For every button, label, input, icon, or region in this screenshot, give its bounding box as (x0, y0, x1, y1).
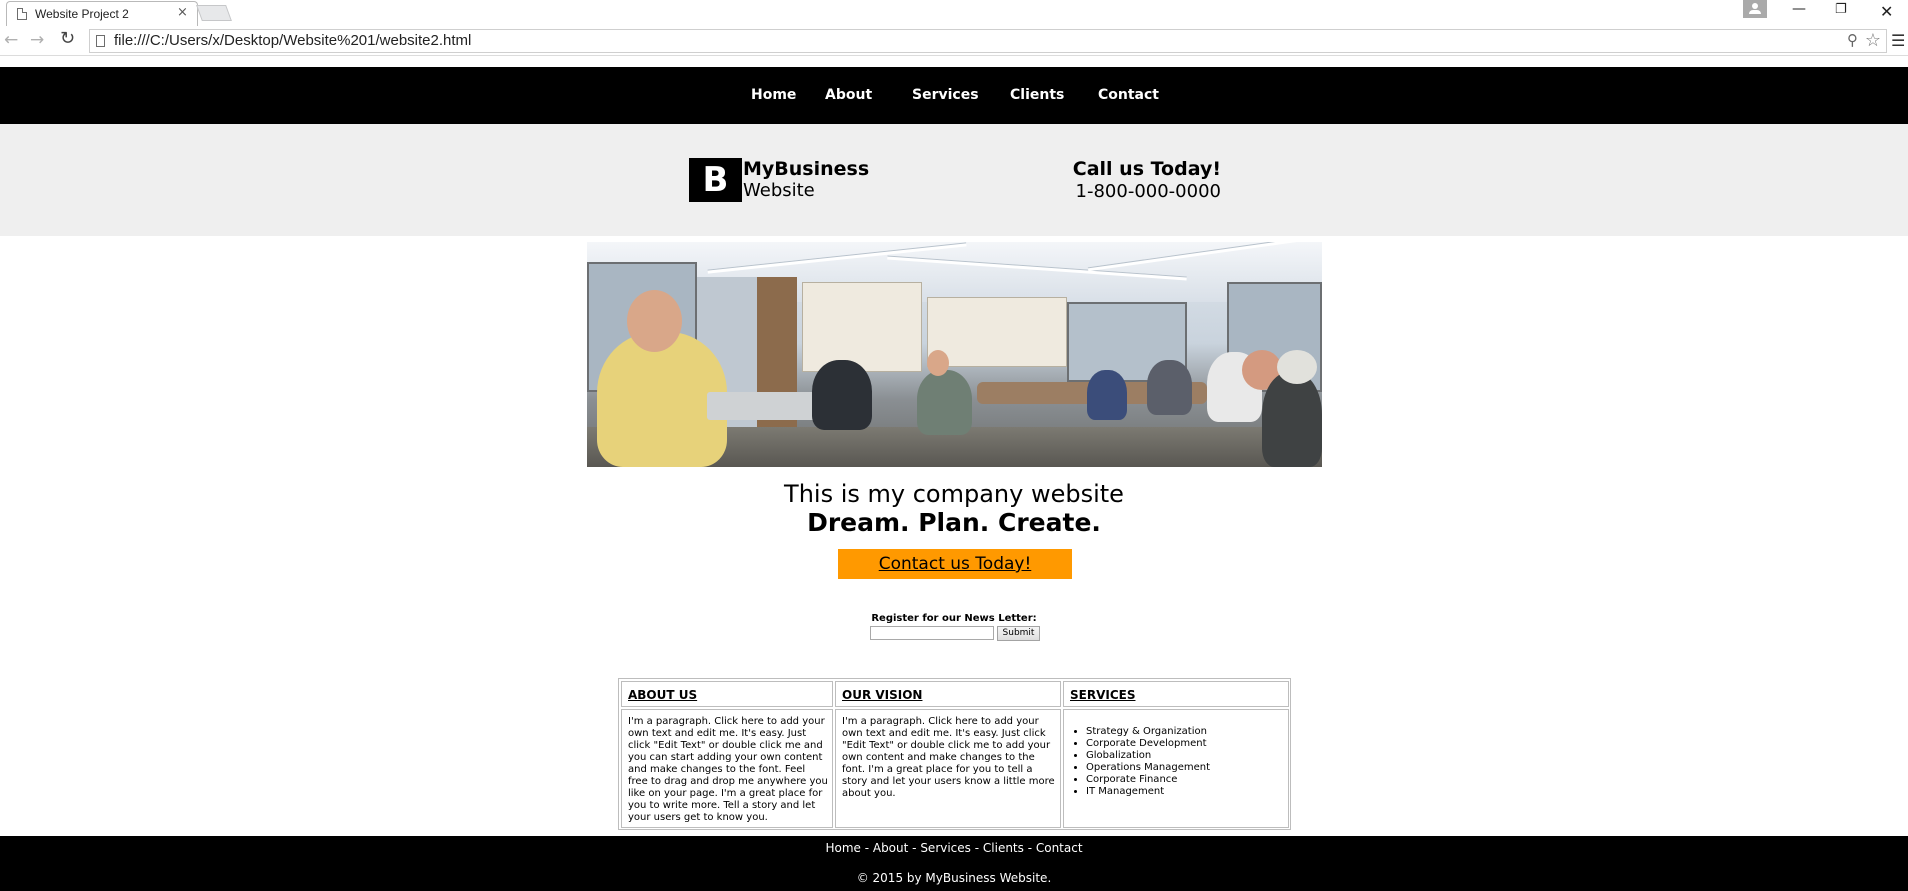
copyright: © 2015 by MyBusiness Website. (856, 871, 1052, 885)
page-icon (17, 8, 27, 20)
tagline: This is my company website (784, 480, 1124, 508)
list-item: Corporate Development (1086, 738, 1210, 750)
info-table: ABOUT US OUR VISION SERVICES I'm a parag… (618, 678, 1291, 830)
footer-clients-link[interactable]: Clients (983, 841, 1024, 855)
browser-tab[interactable]: Website Project 2 × (6, 1, 198, 26)
list-item: Globalization (1086, 750, 1210, 762)
footer-separator: - (908, 841, 921, 855)
list-item: Operations Management (1086, 762, 1210, 774)
nav-contact-link[interactable]: Contact (1098, 87, 1159, 103)
logo-letter: B (702, 160, 729, 200)
hero-laptop (707, 392, 817, 420)
restore-icon[interactable]: ❐ (1835, 2, 1847, 17)
footer-nav: Home - About - Services - Clients - Cont… (0, 841, 1908, 855)
reload-icon[interactable]: ↻ (60, 28, 75, 49)
footer-services-link[interactable]: Services (920, 841, 971, 855)
list-item: Corporate Finance (1086, 774, 1210, 786)
hero-person (917, 370, 972, 435)
nav-about-link[interactable]: About (825, 87, 872, 103)
hero-person-head (627, 290, 682, 352)
table-cell: I'm a paragraph. Click here to add your … (835, 709, 1061, 828)
hero-person (1262, 372, 1322, 467)
newsletter-submit-button[interactable]: Submit (997, 626, 1040, 641)
our-vision-heading: OUR VISION (842, 688, 923, 702)
table-cell: I'm a paragraph. Click here to add your … (621, 709, 833, 828)
table-cell: Strategy & Organization Corporate Develo… (1063, 709, 1289, 828)
star-icon[interactable]: ☆ (1865, 30, 1881, 51)
services-heading: SERVICES (1070, 688, 1136, 702)
new-tab-button[interactable] (196, 5, 232, 21)
hamburger-menu-icon[interactable]: ☰ (1891, 31, 1905, 50)
phone-number: 1-800-000-0000 (1075, 181, 1221, 202)
table-header-cell: ABOUT US (621, 681, 833, 707)
minimize-icon[interactable]: — (1792, 1, 1806, 17)
hero-image (587, 242, 1322, 467)
site-footer: Home - About - Services - Clients - Cont… (0, 836, 1908, 891)
nav-services-link[interactable]: Services (912, 87, 979, 103)
slogan: Dream. Plan. Create. (807, 508, 1101, 537)
newsletter-email-input[interactable] (870, 626, 994, 640)
hero-person (1087, 370, 1127, 420)
footer-contact-link[interactable]: Contact (1036, 841, 1083, 855)
logo: B (689, 158, 742, 202)
magnifier-icon[interactable]: ⚲ (1847, 31, 1858, 49)
site-navbar: Home About Services Clients Contact (0, 67, 1908, 124)
back-arrow-icon[interactable]: ← (4, 30, 18, 50)
footer-separator: - (970, 841, 983, 855)
window-close-icon[interactable]: ✕ (1880, 2, 1893, 21)
footer-separator: - (1023, 841, 1036, 855)
our-vision-paragraph: I'm a paragraph. Click here to add your … (842, 716, 1055, 799)
hero-person-head (1277, 350, 1317, 384)
profile-icon[interactable] (1743, 0, 1767, 18)
browser-tab-strip: Website Project 2 × — ❐ ✕ (0, 0, 1908, 26)
hero-person (812, 360, 872, 430)
newsletter-label: Register for our News Letter: (871, 613, 1037, 624)
tab-title: Website Project 2 (35, 7, 129, 21)
hero-person-head (927, 350, 949, 376)
nav-clients-link[interactable]: Clients (1010, 87, 1064, 103)
nav-home-link[interactable]: Home (751, 87, 796, 103)
footer-about-link[interactable]: About (873, 841, 908, 855)
footer-separator: - (860, 841, 873, 855)
services-list: Strategy & Organization Corporate Develo… (1086, 726, 1210, 798)
list-item: IT Management (1086, 786, 1210, 798)
hero-person (1147, 360, 1192, 415)
hero-board (802, 282, 922, 372)
contact-us-button[interactable]: Contact us Today! (838, 549, 1072, 579)
footer-home-link[interactable]: Home (825, 841, 860, 855)
table-header-cell: SERVICES (1063, 681, 1289, 707)
forward-arrow-icon[interactable]: → (30, 30, 44, 50)
about-us-heading: ABOUT US (628, 688, 698, 702)
call-label: Call us Today! (1072, 158, 1221, 180)
brand-name: MyBusiness (743, 158, 870, 180)
address-bar[interactable]: file:///C:/Users/x/Desktop/Website%201/w… (89, 29, 1887, 53)
tab-close-icon[interactable]: × (177, 5, 188, 20)
table-header-cell: OUR VISION (835, 681, 1061, 707)
url-text[interactable]: file:///C:/Users/x/Desktop/Website%201/w… (114, 32, 471, 49)
header-band: B MyBusiness Website Call us Today! 1-80… (0, 124, 1908, 236)
hero-board (927, 297, 1067, 367)
about-us-paragraph: I'm a paragraph. Click here to add your … (628, 716, 828, 823)
list-item: Strategy & Organization (1086, 726, 1210, 738)
brand-subtitle: Website (743, 180, 815, 201)
page-icon (96, 35, 105, 47)
browser-toolbar: ← → ↻ file:///C:/Users/x/Desktop/Website… (0, 26, 1908, 56)
